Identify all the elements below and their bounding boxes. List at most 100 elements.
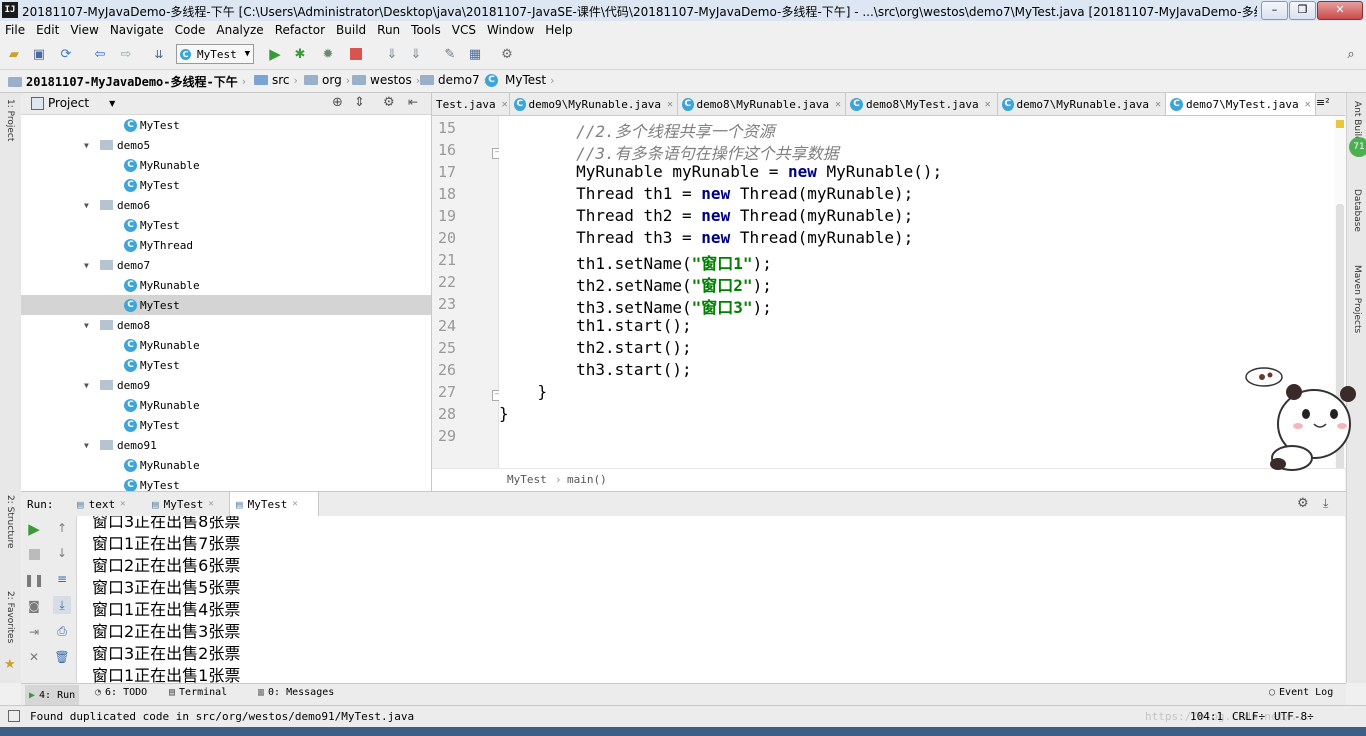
debug-icon[interactable]: ✱ [292, 46, 308, 62]
code-line[interactable]: Thread th2 = new Thread(myRunable); [499, 206, 913, 225]
soft-wrap-icon[interactable]: ≡ [55, 572, 69, 586]
tree-class-item[interactable]: C MyRunable [21, 335, 431, 355]
editor-tab[interactable]: Cdemo8\MyTest.java ✕ [846, 93, 998, 115]
code-line[interactable]: Thread th1 = new Thread(myRunable); [499, 184, 913, 203]
tree-class-item[interactable]: C MyRunable [21, 275, 431, 295]
tree-class-item[interactable]: C MyTest [21, 175, 431, 195]
file-encoding[interactable]: UTF-8÷ [1274, 710, 1314, 723]
minimize-button[interactable]: – [1261, 1, 1288, 20]
forward-arrow-icon[interactable]: ⇨ [118, 46, 134, 62]
run-config-dropdown[interactable]: C MyTest ▼ [176, 44, 254, 64]
menu-item-build[interactable]: Build [331, 21, 372, 37]
expand-arrow-icon[interactable]: ▼ [84, 321, 94, 330]
tabs-overflow-button[interactable]: ≡² [1316, 96, 1330, 109]
menu-item-edit[interactable]: Edit [31, 21, 65, 37]
down-arrow-icon[interactable]: ↓ [55, 546, 69, 560]
make-icon[interactable]: ⇓ [384, 46, 400, 62]
save-icon[interactable]: ▣ [31, 46, 47, 62]
close-icon[interactable]: ✕ [27, 650, 41, 664]
locate-file-icon[interactable]: ⊕ [332, 95, 343, 110]
code-line[interactable]: Thread th3 = new Thread(myRunable); [499, 228, 913, 247]
tree-class-item[interactable]: C MyTest [21, 215, 431, 235]
run-icon[interactable]: ▶ [267, 45, 283, 63]
editor-tab[interactable]: Cdemo7\MyTest.java ✕ [1166, 93, 1316, 115]
project-tool-button[interactable]: 1: Project [5, 99, 15, 141]
menu-item-help[interactable]: Help [540, 21, 578, 37]
close-window-button[interactable]: ✕ [1317, 1, 1363, 20]
todo-tool-button[interactable]: ◔ 6: TODO [95, 687, 147, 698]
code-line[interactable]: th3.start(); [499, 360, 692, 379]
tree-class-item[interactable]: C MyTest [21, 295, 431, 315]
code-editor[interactable]: //2.多个线程共享一个资源 //3.有多条语句在操作这个共享数据 MyRuna… [499, 116, 1334, 468]
run-tool-button[interactable]: ▶ 4: Run [25, 685, 80, 705]
scroll-to-end-icon[interactable]: ⤓ [53, 596, 71, 614]
code-line[interactable]: //3.有多条语句在操作这个共享数据 [499, 140, 839, 164]
maximize-button[interactable]: ❐ [1289, 1, 1316, 20]
structure-tool-button[interactable]: 2: Structure [5, 495, 15, 549]
close-tab-icon[interactable]: ✕ [292, 499, 297, 509]
code-line[interactable]: } [499, 382, 548, 401]
breadcrumb-item-org[interactable]: org › [304, 73, 350, 87]
line-separator[interactable]: CRLF÷ [1232, 710, 1265, 723]
notification-badge[interactable]: 71 [1349, 137, 1366, 157]
expand-arrow-icon[interactable]: ▼ [84, 441, 94, 450]
close-tab-icon[interactable]: ✕ [985, 99, 991, 110]
breadcrumb-item-mytest[interactable]: C MyTest › [485, 73, 555, 87]
code-line[interactable]: //2.多个线程共享一个资源 [499, 118, 775, 142]
hide-panel-icon[interactable]: ⇤ [408, 95, 418, 109]
tree-package-item[interactable]: ▼ demo7 [21, 255, 431, 275]
messages-tool-button[interactable]: ▥ 0: Messages [258, 687, 334, 698]
sync-icon[interactable]: ⟳ [58, 46, 74, 62]
editor-tab[interactable]: Test.java ✕ [432, 93, 510, 115]
code-line[interactable]: th2.start(); [499, 338, 692, 357]
menu-item-window[interactable]: Window [482, 21, 540, 37]
breadcrumb-item-src[interactable]: src › [254, 73, 298, 87]
menu-item-refactor[interactable]: Refactor [270, 21, 331, 37]
code-line[interactable]: th3.setName("窗口3"); [499, 294, 772, 318]
breadcrumb-item-project[interactable]: 20181107-MyJavaDemo-多线程-下午 › [8, 73, 246, 90]
tree-package-item[interactable]: ▼ demo91 [21, 435, 431, 455]
gear-icon[interactable]: ⚙ [1297, 496, 1309, 511]
tree-class-item[interactable]: C MyTest [21, 415, 431, 435]
tree-class-item[interactable]: C MyRunable [21, 395, 431, 415]
tree-class-item[interactable]: C MyTest [21, 355, 431, 375]
settings-wrench-icon[interactable]: ✎ [442, 46, 458, 62]
menu-item-tools[interactable]: Tools [406, 21, 447, 37]
toggle-tool-windows-icon[interactable] [8, 710, 20, 722]
back-arrow-icon[interactable]: ⇦ [92, 46, 108, 62]
menu-item-file[interactable]: File [0, 21, 31, 37]
pause-icon[interactable]: ❚❚ [24, 573, 44, 587]
caret-position[interactable]: 104:1 [1190, 710, 1223, 723]
crumb-method[interactable]: main() [567, 473, 607, 486]
trash-icon[interactable]: 🗑 [54, 650, 69, 664]
tree-package-item[interactable]: ▼ demo6 [21, 195, 431, 215]
tree-package-item[interactable]: ▼ demo8 [21, 315, 431, 335]
close-tab-icon[interactable]: ✕ [208, 499, 213, 509]
code-line[interactable]: th1.setName("窗口1"); [499, 250, 772, 274]
build-project-icon[interactable]: ⇊ [151, 46, 167, 62]
project-structure-icon[interactable]: ▦ [467, 46, 483, 62]
breadcrumb-item-westos[interactable]: westos › [352, 73, 420, 87]
code-line[interactable]: th1.start(); [499, 316, 692, 335]
stop-icon[interactable] [348, 46, 364, 62]
editor-tab[interactable]: Cdemo7\MyRunable.java ✕ [998, 93, 1166, 115]
terminal-tool-button[interactable]: ▤ Terminal [169, 687, 227, 698]
sdk-icon[interactable]: ⚙ [499, 46, 515, 62]
code-line[interactable]: MyRunable myRunable = new MyRunable(); [499, 162, 942, 181]
tree-package-item[interactable]: ▼ demo5 [21, 135, 431, 155]
tree-class-item[interactable]: C MyTest [21, 475, 431, 491]
close-tab-icon[interactable]: ✕ [1155, 99, 1161, 110]
expand-arrow-icon[interactable]: ▼ [84, 381, 94, 390]
coverage-icon[interactable]: ✹ [320, 46, 336, 62]
upload-icon[interactable]: ⇓ [408, 46, 424, 62]
warning-marker[interactable] [1336, 120, 1344, 128]
breadcrumb-item-demo7[interactable]: demo7› [420, 73, 488, 87]
tree-class-item[interactable]: C MyRunable [21, 155, 431, 175]
editor-tab[interactable]: Cdemo9\MyRunable.java ✕ [510, 93, 678, 115]
favorites-tool-button[interactable]: 2: Favorites [5, 591, 15, 643]
project-view-selector[interactable]: Project ▼ [31, 96, 115, 110]
camera-icon[interactable]: ◙ [27, 599, 41, 613]
rerun-icon[interactable]: ▶ [27, 520, 41, 538]
stop-icon[interactable] [27, 547, 41, 561]
gear-icon[interactable]: ⚙ [383, 95, 395, 110]
